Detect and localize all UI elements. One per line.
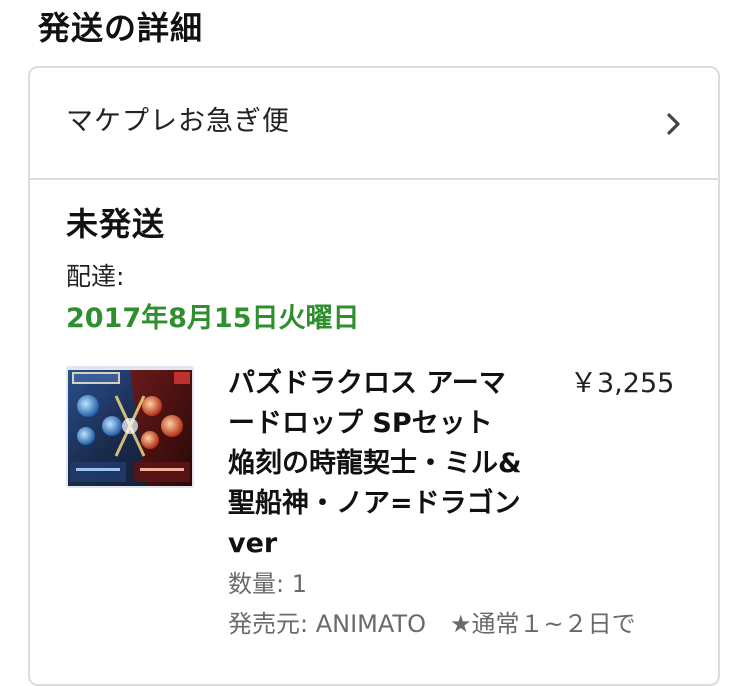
- shipping-method-label: マケプレお急ぎ便: [66, 106, 290, 137]
- product-seller: 発売元: ANIMATO ★通常１~２日で: [228, 610, 636, 638]
- product-package-art: [66, 366, 194, 488]
- product-quantity: 数量: 1: [228, 570, 307, 598]
- shipment-card: マケプレお急ぎ便 未発送 配達: 2017年8月15日火曜日 パズドラクロス ア…: [28, 66, 720, 686]
- product-image[interactable]: [66, 366, 194, 488]
- product-title-link[interactable]: パズドラクロス アーマードロップ SPセット 焔刻の時龍契士・ミル&聖船神・ノア…: [228, 364, 528, 564]
- chevron-right-icon: [667, 113, 680, 135]
- section-title: 発送の詳細: [38, 9, 204, 47]
- shipping-method-row[interactable]: マケプレお急ぎ便: [30, 68, 718, 180]
- delivery-label: 配達:: [66, 262, 125, 291]
- shipment-status: 未発送: [66, 205, 166, 243]
- product-price: ￥3,255: [570, 368, 675, 399]
- delivery-date: 2017年8月15日火曜日: [66, 303, 360, 334]
